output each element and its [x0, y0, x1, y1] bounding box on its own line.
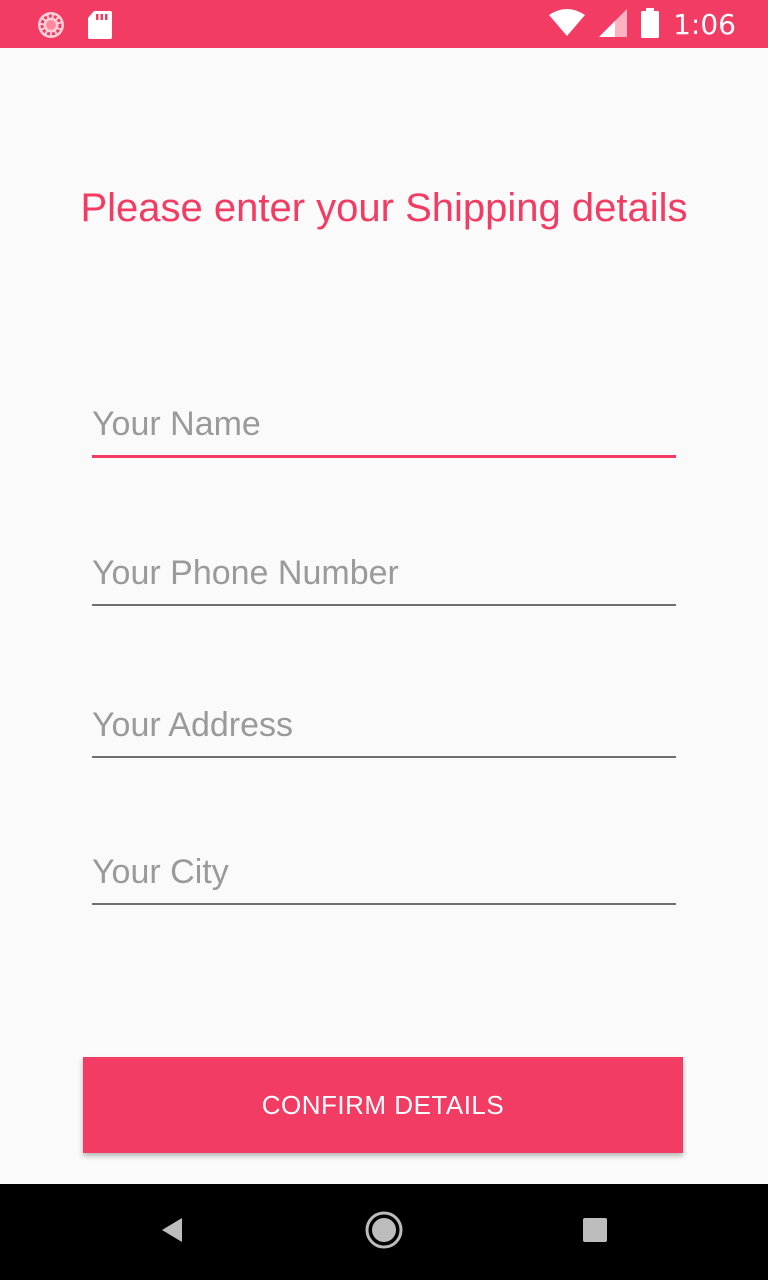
wifi-icon [549, 9, 586, 41]
home-button[interactable] [360, 1208, 408, 1256]
recents-icon [582, 1217, 608, 1247]
recents-button[interactable] [571, 1208, 619, 1256]
clock-time: 1:06 [673, 8, 736, 41]
city-field[interactable] [92, 849, 676, 905]
sync-icon [36, 10, 66, 44]
back-icon [158, 1216, 186, 1248]
home-icon [364, 1210, 404, 1254]
phone-number-field[interactable] [92, 550, 676, 606]
cellular-signal-icon [599, 9, 628, 41]
page-title: Please enter your Shipping details [80, 186, 688, 230]
battery-icon [641, 8, 660, 42]
navigation-bar [0, 1184, 768, 1280]
status-bar: 1:06 [0, 0, 768, 48]
shipping-details-screen: Please enter your Shipping details CONFI… [0, 48, 768, 1184]
confirm-details-button[interactable]: CONFIRM DETAILS [83, 1057, 683, 1153]
name-field[interactable] [92, 402, 676, 458]
sd-card-icon [88, 11, 112, 43]
address-field[interactable] [92, 702, 676, 758]
back-button[interactable] [148, 1208, 196, 1256]
